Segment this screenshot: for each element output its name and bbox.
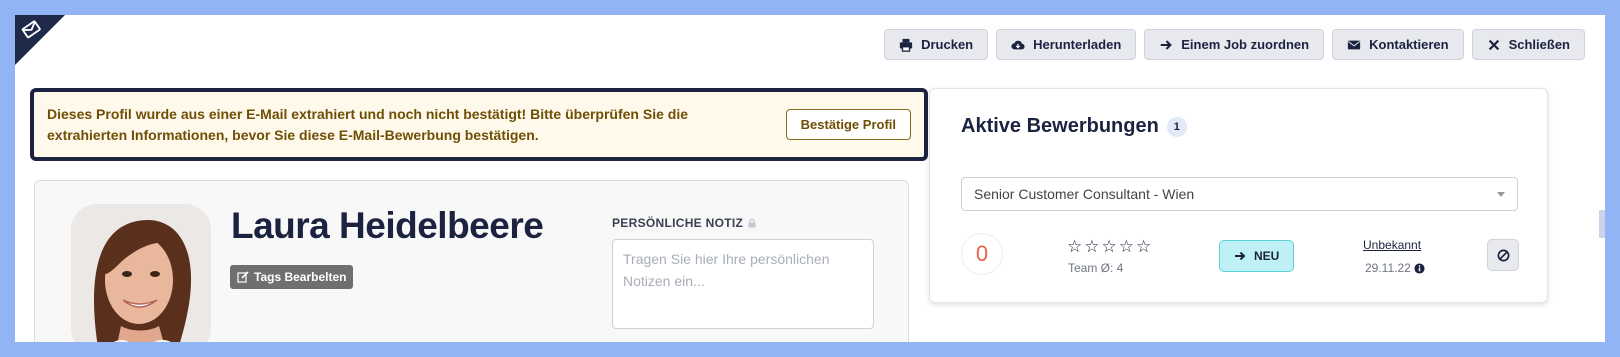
application-date: 29.11.22 xyxy=(1365,261,1425,275)
team-average: Team Ø: 4 xyxy=(1068,261,1124,275)
arrow-right-icon xyxy=(1235,251,1246,261)
personal-note-label: PERSÖNLICHE NOTIZ xyxy=(612,216,744,230)
lock-icon xyxy=(748,218,756,228)
print-button-label: Drucken xyxy=(921,37,974,52)
rating-stars: ☆ ☆ ☆ ☆ ☆ xyxy=(1067,237,1151,257)
cloud-download-icon xyxy=(1011,40,1025,49)
personal-note-input[interactable] xyxy=(612,239,874,329)
status-button[interactable]: NEU xyxy=(1219,240,1295,272)
info-icon[interactable] xyxy=(1414,262,1425,274)
candidate-name: Laura Heidelbeere xyxy=(231,205,544,246)
star-icon[interactable]: ☆ xyxy=(1067,237,1082,257)
chevron-down-icon xyxy=(1497,191,1505,197)
confirm-profile-button[interactable]: Bestätige Profil xyxy=(785,109,911,140)
print-button[interactable]: Drucken xyxy=(884,29,989,60)
active-applications-card: Aktive Bewerbungen 1 Senior Customer Con… xyxy=(929,88,1548,303)
avatar-photo xyxy=(71,204,211,342)
star-icon[interactable]: ☆ xyxy=(1084,237,1099,257)
download-button-label: Herunterladen xyxy=(1033,37,1122,52)
job-select-value: Senior Customer Consultant - Wien xyxy=(974,186,1195,202)
reject-button[interactable] xyxy=(1487,239,1519,271)
close-button-label: Schließen xyxy=(1508,37,1570,52)
source-link[interactable]: Unbekannt xyxy=(1363,238,1421,252)
active-applications-heading: Aktive Bewerbungen 1 xyxy=(961,115,1187,138)
arrow-right-icon xyxy=(1161,39,1173,50)
envelope-icon xyxy=(1347,40,1361,49)
avatar xyxy=(71,204,211,342)
profile-window: Drucken Herunterladen Einem Job zuordnen… xyxy=(15,15,1605,342)
download-button[interactable]: Herunterladen xyxy=(996,29,1137,60)
close-icon xyxy=(1488,39,1499,50)
profile-card: Laura Heidelbeere Tags Bearbelten PERSÖN… xyxy=(34,180,909,342)
active-applications-title: Aktive Bewerbungen xyxy=(961,115,1159,137)
score-badge: 0 xyxy=(961,233,1003,275)
envelope-open-icon xyxy=(21,20,41,39)
assign-job-button[interactable]: Einem Job zuordnen xyxy=(1144,29,1325,60)
toolbar: Drucken Herunterladen Einem Job zuordnen… xyxy=(884,29,1585,60)
edit-tags-button[interactable]: Tags Bearbelten xyxy=(230,265,354,289)
assign-job-button-label: Einem Job zuordnen xyxy=(1181,37,1310,52)
alert-message: Dieses Profil wurde aus einer E-Mail ext… xyxy=(47,105,689,143)
personal-note-heading: PERSÖNLICHE NOTIZ xyxy=(612,216,757,230)
contact-button-label: Kontaktieren xyxy=(1369,37,1449,52)
application-date-value: 29.11.22 xyxy=(1365,261,1411,275)
printer-icon xyxy=(899,38,913,52)
job-select[interactable]: Senior Customer Consultant - Wien xyxy=(961,177,1518,211)
star-icon[interactable]: ☆ xyxy=(1136,237,1151,257)
edit-tags-label: Tags Bearbelten xyxy=(254,270,347,284)
ban-icon xyxy=(1497,249,1509,261)
star-icon[interactable]: ☆ xyxy=(1102,237,1117,257)
close-button[interactable]: Schließen xyxy=(1471,29,1585,60)
unconfirmed-profile-alert: Dieses Profil wurde aus einer E-Mail ext… xyxy=(30,88,928,161)
contact-button[interactable]: Kontaktieren xyxy=(1332,29,1464,60)
star-icon[interactable]: ☆ xyxy=(1119,237,1134,257)
status-label: NEU xyxy=(1254,249,1280,263)
edit-icon xyxy=(237,271,249,283)
applications-count-badge: 1 xyxy=(1166,116,1187,137)
scrollbar-edge xyxy=(1599,210,1605,238)
